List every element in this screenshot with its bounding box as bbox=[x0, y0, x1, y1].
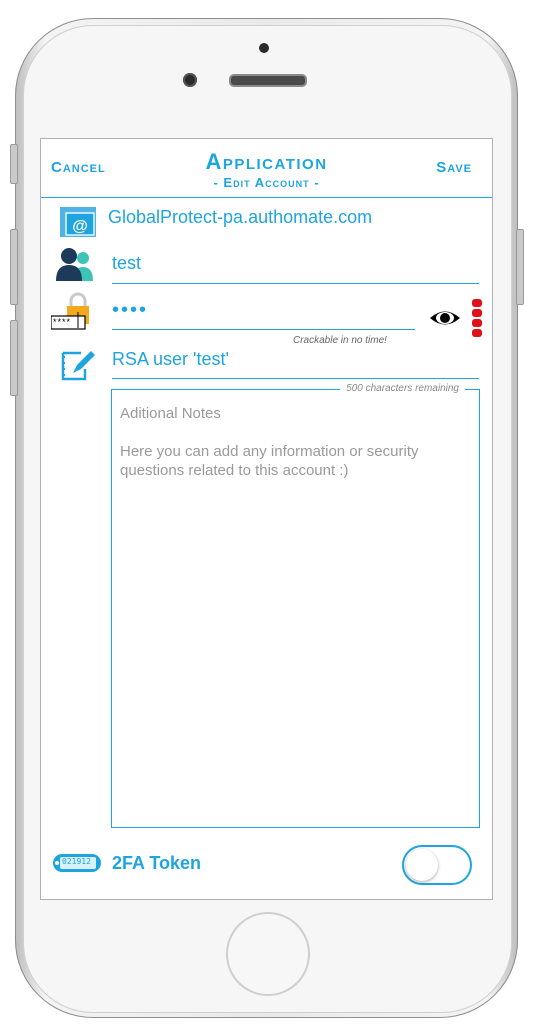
chars-remaining: 500 characters remaining bbox=[340, 383, 465, 394]
volume-down-button bbox=[10, 320, 18, 396]
notes-placeholder-line2: Here you can add any information or secu… bbox=[120, 443, 419, 479]
username-underline bbox=[112, 283, 479, 284]
users-icon bbox=[55, 247, 99, 283]
mute-switch bbox=[10, 144, 18, 184]
notes-textarea[interactable]: 500 characters remaining Aditional Notes… bbox=[111, 383, 480, 828]
notes-title-underline bbox=[112, 378, 479, 379]
token-label: 2FA Token bbox=[112, 853, 202, 873]
strength-meter-icon bbox=[471, 298, 483, 338]
notes-placeholder-line1: Aditional Notes bbox=[120, 405, 221, 422]
power-button bbox=[516, 229, 524, 305]
password-field[interactable]: •••• bbox=[112, 299, 148, 322]
front-camera bbox=[183, 73, 197, 87]
toggle-knob bbox=[406, 849, 438, 881]
token-icon: 021912 bbox=[52, 853, 102, 873]
page-subtitle: - Edit Account - bbox=[213, 175, 320, 190]
token-toggle[interactable] bbox=[402, 845, 472, 885]
svg-text:@: @ bbox=[72, 218, 88, 235]
eye-icon[interactable] bbox=[428, 307, 462, 329]
password-strength-hint: Crackable in no time! bbox=[293, 335, 387, 346]
notes-placeholder: Aditional Notes Here you can add any inf… bbox=[120, 404, 475, 480]
edit-note-icon bbox=[59, 347, 97, 383]
page-title: Application bbox=[205, 149, 328, 174]
earpiece-speaker bbox=[229, 74, 307, 87]
proximity-sensor bbox=[259, 43, 269, 53]
save-button[interactable]: Save bbox=[436, 159, 472, 176]
url-field[interactable]: GlobalProtect-pa.authomate.com bbox=[108, 207, 372, 228]
password-underline bbox=[112, 329, 415, 330]
password-mask-text: **** bbox=[53, 317, 72, 327]
notes-title-field[interactable]: RSA user 'test' bbox=[112, 349, 229, 370]
lock-password-icon: **** bbox=[50, 292, 89, 330]
email-icon: @ bbox=[58, 207, 98, 239]
volume-up-button bbox=[10, 229, 18, 305]
home-button[interactable] bbox=[226, 912, 310, 996]
username-field[interactable]: test bbox=[112, 253, 141, 274]
app-screen: Cancel Application - Edit Account - Save… bbox=[40, 138, 493, 900]
token-code: 021912 bbox=[62, 857, 91, 866]
nav-bar: Cancel Application - Edit Account - Save bbox=[41, 139, 492, 198]
